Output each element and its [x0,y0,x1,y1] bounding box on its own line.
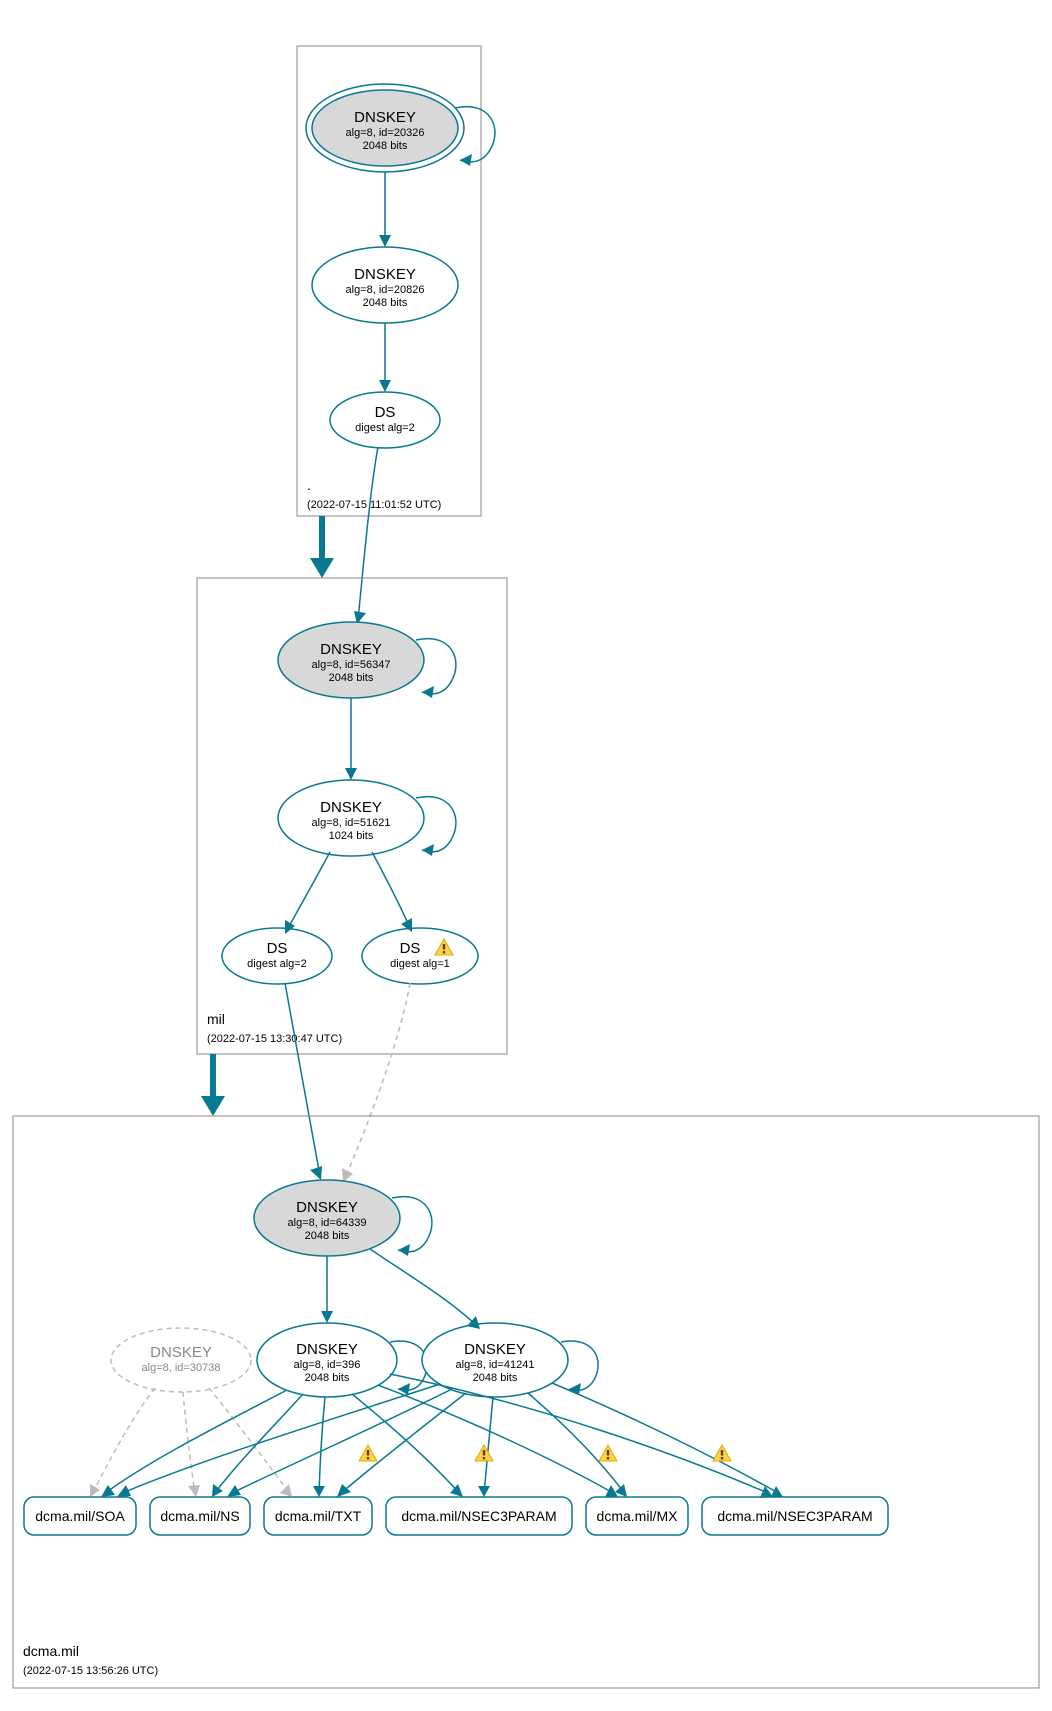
node-dcma-zsk1[interactable]: DNSKEY alg=8, id=396 2048 bits [257,1323,397,1397]
warning-icon [359,1445,377,1461]
zone-dcma-name: dcma.mil [23,1643,79,1659]
zone-root-ts: (2022-07-15 11:01:52 UTC) [307,499,441,511]
svg-text:dcma.mil/TXT: dcma.mil/TXT [275,1508,362,1524]
svg-text:dcma.mil/MX: dcma.mil/MX [597,1508,679,1524]
svg-text:DS: DS [400,940,421,957]
rr-mx[interactable]: dcma.mil/MX [586,1497,688,1535]
zone-dcma: dcma.mil (2022-07-15 13:56:26 UTC) DNSKE… [13,1116,1039,1688]
svg-text:2048 bits: 2048 bits [473,1372,518,1384]
svg-text:alg=8, id=20326: alg=8, id=20326 [346,127,425,139]
svg-text:2048 bits: 2048 bits [305,1230,350,1242]
node-root-ds[interactable]: DS digest alg=2 [330,392,440,448]
svg-text:alg=8, id=20826: alg=8, id=20826 [346,284,425,296]
svg-text:DS: DS [267,940,288,957]
node-mil-ksk[interactable]: DNSKEY alg=8, id=56347 2048 bits [278,622,424,698]
node-mil-ds1[interactable]: DS digest alg=1 [362,928,478,984]
svg-text:2048 bits: 2048 bits [305,1372,350,1384]
node-root-zsk[interactable]: DNSKEY alg=8, id=20826 2048 bits [312,247,458,323]
zone-root-name: . [307,477,311,493]
svg-text:alg=8, id=41241: alg=8, id=41241 [456,1359,535,1371]
svg-text:alg=8, id=30738: alg=8, id=30738 [142,1362,221,1374]
svg-text:2048 bits: 2048 bits [363,140,408,152]
rr-soa[interactable]: dcma.mil/SOA [24,1497,136,1535]
svg-text:DNSKEY: DNSKEY [464,1341,526,1358]
svg-text:DNSKEY: DNSKEY [354,266,416,283]
svg-text:2048 bits: 2048 bits [329,672,374,684]
zone-dcma-ts: (2022-07-15 13:56:26 UTC) [23,1665,158,1677]
svg-text:DNSKEY: DNSKEY [296,1199,358,1216]
rr-txt[interactable]: dcma.mil/TXT [264,1497,372,1535]
node-root-ksk[interactable]: DNSKEY alg=8, id=20326 2048 bits [306,84,464,172]
svg-text:2048 bits: 2048 bits [363,297,408,309]
svg-text:dcma.mil/NSEC3PARAM: dcma.mil/NSEC3PARAM [717,1508,872,1524]
svg-text:dcma.mil/SOA: dcma.mil/SOA [35,1508,125,1524]
rr-ns[interactable]: dcma.mil/NS [150,1497,250,1535]
node-mil-zsk[interactable]: DNSKEY alg=8, id=51621 1024 bits [278,780,424,856]
svg-text:dcma.mil/NS: dcma.mil/NS [160,1508,239,1524]
svg-text:DNSKEY: DNSKEY [150,1344,212,1361]
node-dcma-stale[interactable]: DNSKEY alg=8, id=30738 [111,1328,251,1392]
svg-text:digest alg=1: digest alg=1 [390,958,450,970]
zone-mil-ts: (2022-07-15 13:30:47 UTC) [207,1033,342,1045]
svg-text:alg=8, id=396: alg=8, id=396 [294,1359,361,1371]
zone-mil-name: mil [207,1011,225,1027]
svg-text:digest alg=2: digest alg=2 [355,422,415,434]
rr-nsec3a[interactable]: dcma.mil/NSEC3PARAM [386,1497,572,1535]
svg-text:DS: DS [375,404,396,421]
svg-text:alg=8, id=51621: alg=8, id=51621 [312,817,391,829]
warning-icon [599,1445,617,1461]
svg-text:DNSKEY: DNSKEY [296,1341,358,1358]
rr-nsec3b[interactable]: dcma.mil/NSEC3PARAM [702,1497,888,1535]
svg-text:DNSKEY: DNSKEY [320,799,382,816]
node-mil-ds2[interactable]: DS digest alg=2 [222,928,332,984]
svg-text:alg=8, id=64339: alg=8, id=64339 [288,1217,367,1229]
zone-mil: mil (2022-07-15 13:30:47 UTC) DNSKEY alg… [197,578,507,1054]
zone-root: . (2022-07-15 11:01:52 UTC) DNSKEY alg=8… [297,46,495,516]
warning-icon [713,1445,731,1461]
svg-text:1024 bits: 1024 bits [329,830,374,842]
svg-text:digest alg=2: digest alg=2 [247,958,307,970]
svg-text:dcma.mil/NSEC3PARAM: dcma.mil/NSEC3PARAM [401,1508,556,1524]
svg-text:DNSKEY: DNSKEY [320,641,382,658]
svg-text:DNSKEY: DNSKEY [354,109,416,126]
svg-text:alg=8, id=56347: alg=8, id=56347 [312,659,391,671]
node-dcma-ksk[interactable]: DNSKEY alg=8, id=64339 2048 bits [254,1180,400,1256]
warning-icon [475,1445,493,1461]
